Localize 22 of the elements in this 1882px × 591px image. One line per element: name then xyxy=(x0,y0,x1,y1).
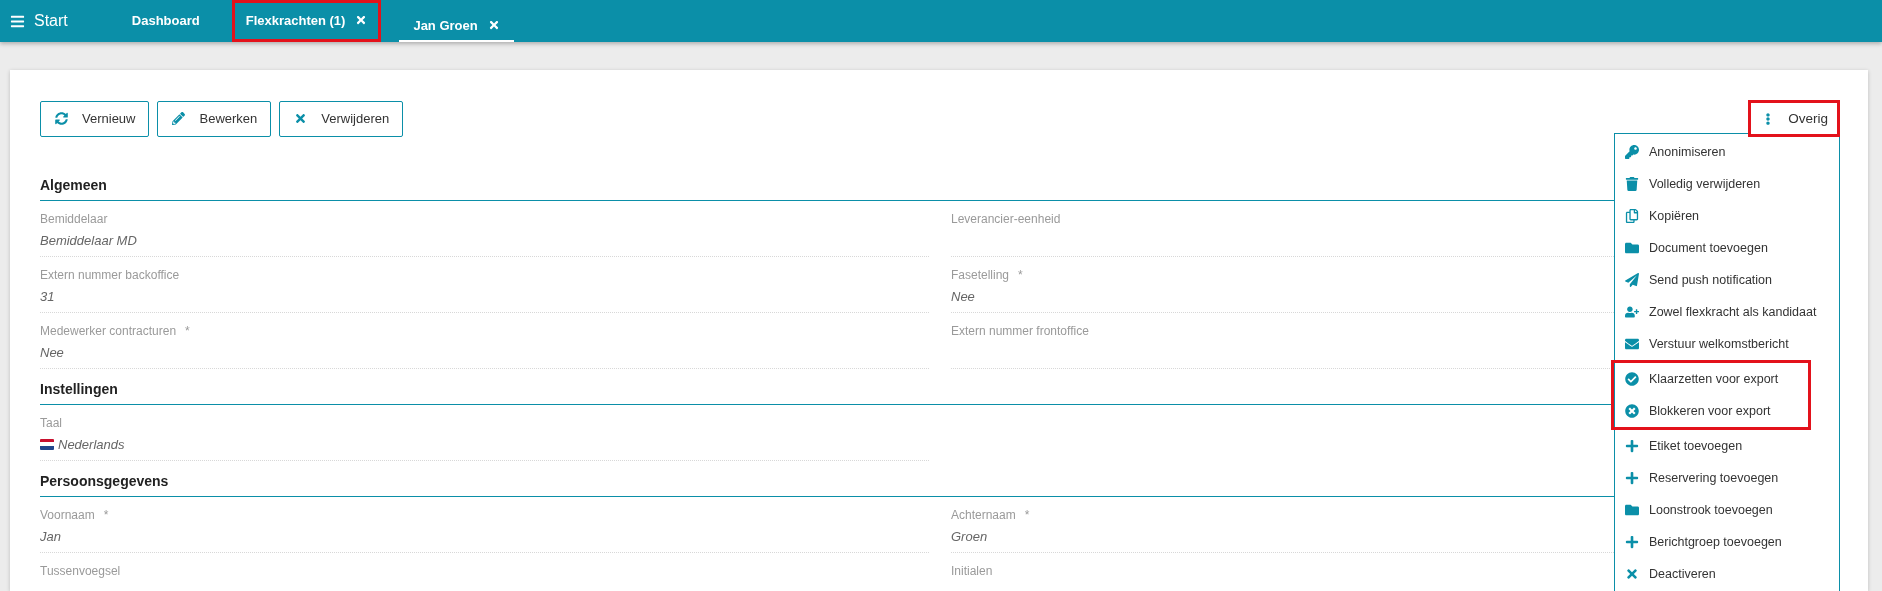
field-label: Extern nummer backoffice xyxy=(40,268,180,282)
field-value: Groen xyxy=(951,528,988,544)
field-label: Initialen xyxy=(951,564,993,578)
field-label: Medewerker contracturen xyxy=(40,324,177,338)
field-value: Nee xyxy=(40,344,64,360)
field-label: Tussenvoegsel xyxy=(40,564,121,578)
required-mark: * xyxy=(185,324,190,338)
required-mark: * xyxy=(1024,508,1030,522)
field-value: Jan xyxy=(40,528,61,544)
required-mark: * xyxy=(1018,268,1023,282)
field-label: Bemiddelaar xyxy=(40,212,108,226)
field-label: Leverancier-eenheid xyxy=(951,212,1061,226)
field-label: Voornaam xyxy=(40,508,95,522)
field-value: Nee xyxy=(951,288,975,304)
field-label: Extern nummer frontoffice xyxy=(951,324,1089,338)
field-label: Fasetelling xyxy=(951,268,1010,282)
field-value: Nederlands xyxy=(58,436,125,452)
field-value: Bemiddelaar MD xyxy=(40,232,137,248)
field-label: Taal xyxy=(40,416,62,430)
field-value: 31 xyxy=(40,288,55,304)
required-mark: * xyxy=(103,508,109,522)
field-label: Achternaam xyxy=(951,508,1016,522)
